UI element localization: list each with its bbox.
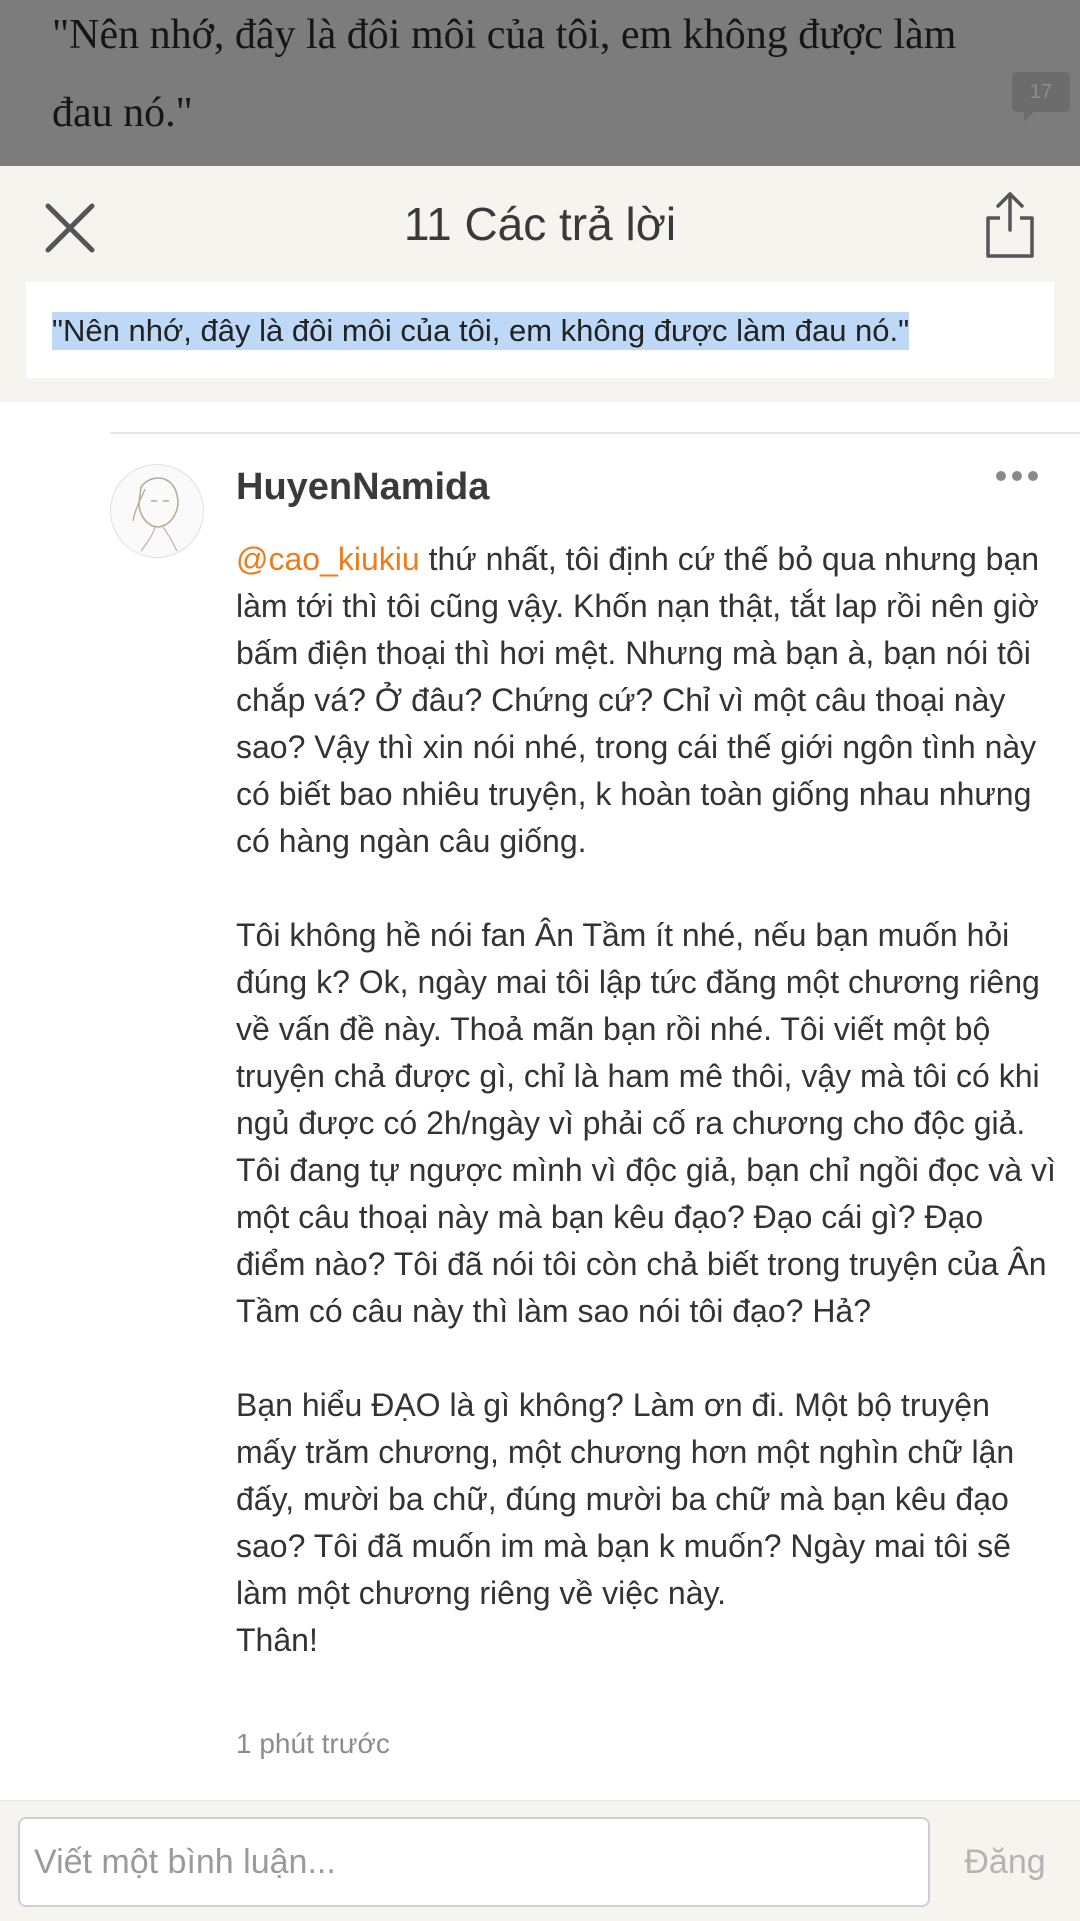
comment-signoff: Thân! xyxy=(236,1622,318,1658)
comment-username[interactable]: HuyenNamida xyxy=(236,466,489,509)
comment-count-badge[interactable]: 17 xyxy=(1012,72,1070,122)
divider xyxy=(110,432,1080,434)
comment-paragraph: Bạn hiểu ĐẠO là gì không? Làm ơn đi. Một… xyxy=(236,1387,1015,1611)
close-button[interactable] xyxy=(36,196,104,260)
comment-timestamp: 1 phút trước xyxy=(236,1728,390,1759)
more-dot-icon xyxy=(996,471,1006,481)
story-quote-text: "Nên nhớ, đây là đôi môi của tôi, em khô… xyxy=(52,12,957,136)
replies-title: 11 Các trả lời xyxy=(403,198,677,250)
comment-input[interactable] xyxy=(18,1817,930,1907)
share-button[interactable] xyxy=(984,188,1036,262)
replies-header: 11 Các trả lời xyxy=(0,166,1080,282)
quoted-paragraph-section: "Nên nhớ, đây là đôi môi của tôi, em khô… xyxy=(0,282,1080,402)
quoted-paragraph-card: "Nên nhớ, đây là đôi môi của tôi, em khô… xyxy=(26,282,1054,378)
comment-paragraph: @cao_kiukiu thứ nhất, tôi định cứ thế bỏ… xyxy=(236,541,1040,859)
more-options-button[interactable] xyxy=(996,468,1050,494)
more-dot-icon xyxy=(1028,471,1038,481)
quoted-paragraph-text: "Nên nhớ, đây là đôi môi của tôi, em khô… xyxy=(52,312,910,350)
comment-paragraph: Tôi không hề nói fan Ân Tầm ít nhé, nếu … xyxy=(236,917,1056,1329)
avatar[interactable] xyxy=(110,464,204,558)
comment-body: @cao_kiukiu thứ nhất, tôi định cứ thế bỏ… xyxy=(236,536,1056,1711)
story-background: "Nên nhớ, đây là đôi môi của tôi, em khô… xyxy=(0,0,1080,166)
share-icon xyxy=(986,192,1034,258)
more-dot-icon xyxy=(1012,471,1022,481)
compose-bar: Đăng xyxy=(0,1800,1080,1921)
user-mention-link[interactable]: @cao_kiukiu xyxy=(236,541,420,577)
post-button[interactable]: Đăng xyxy=(950,1817,1060,1907)
close-icon xyxy=(45,203,95,253)
avatar-sketch-icon xyxy=(132,477,179,552)
